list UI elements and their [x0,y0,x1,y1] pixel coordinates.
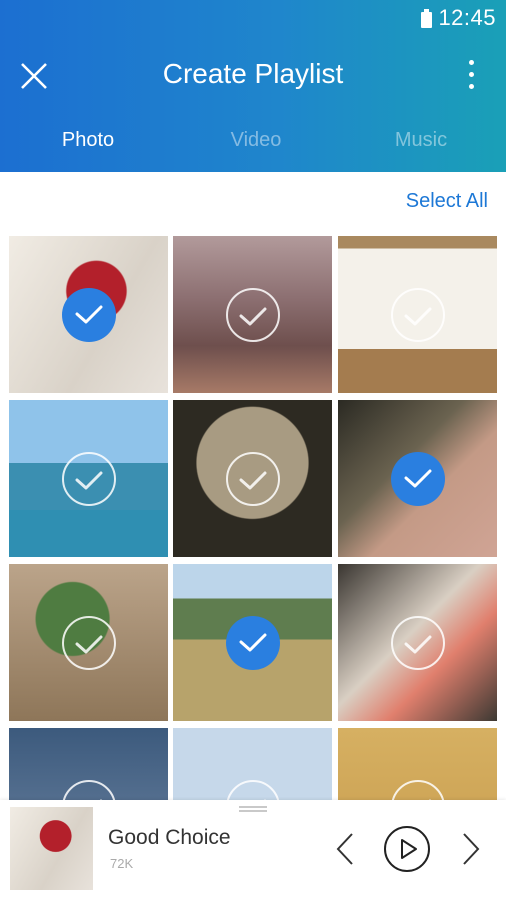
chevron-right-icon[interactable] [460,832,482,866]
chevron-left-icon[interactable] [334,832,356,866]
check-unselected-icon[interactable] [61,615,116,670]
check-unselected-icon[interactable] [61,451,116,506]
photo-tile[interactable] [338,564,497,721]
status-bar: 12:45 [421,5,496,30]
more-vert-icon[interactable] [462,58,482,92]
photo-tile[interactable] [9,564,168,721]
tab-music[interactable]: Music [336,122,506,162]
drag-handle-icon[interactable] [239,806,267,812]
check-selected-icon[interactable] [390,451,445,506]
tab-bar: Photo Video Music [0,122,506,162]
check-selected-icon[interactable] [61,287,116,342]
photo-tile[interactable] [9,400,168,557]
photo-tile[interactable] [9,236,168,393]
tab-photo[interactable]: Photo [0,122,176,162]
check-selected-icon[interactable] [225,615,280,670]
check-unselected-icon[interactable] [390,615,445,670]
photo-tile[interactable] [173,400,332,557]
tab-video[interactable]: Video [176,122,336,162]
play-icon[interactable] [383,825,431,873]
photo-tile[interactable] [338,400,497,557]
song-size: 72K [110,856,134,871]
check-unselected-icon[interactable] [390,287,445,342]
photo-tile[interactable] [173,564,332,721]
battery-full-icon [421,9,433,28]
photo-tile[interactable] [173,236,332,393]
app-header: 12:45 Create Playlist Photo Video Music [0,0,506,172]
song-title: Good Choice [108,826,231,849]
status-time: 12:45 [438,5,496,30]
page-title: Create Playlist [162,58,344,89]
album-art[interactable] [10,807,93,890]
check-unselected-icon[interactable] [225,451,280,506]
select-all-button[interactable]: Select All [406,190,488,213]
mini-player: Good Choice 72K [0,800,506,900]
check-unselected-icon[interactable] [225,287,280,342]
photo-tile[interactable] [338,236,497,393]
